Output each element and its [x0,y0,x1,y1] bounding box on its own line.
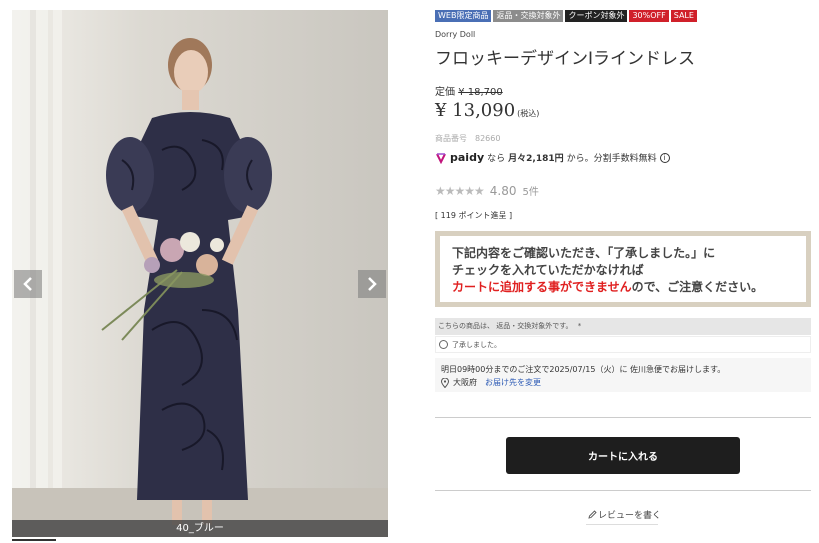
thumbnail-indicator [12,539,56,541]
consent-option[interactable]: 了承しました。 [435,336,811,353]
paidy-monthly-amount: 月々2,181円 [508,154,564,164]
review-link-underline [586,524,658,525]
points-earned: [ 119 ポイント進呈 ] [435,211,513,220]
badge-list: WEB限定商品 返品・交換対象外 クーポン対象外 30%OFF SALE [435,10,697,22]
gallery-next-button[interactable] [358,270,386,298]
notice-line-1: 下記内容をご確認いただき、「了承しました。」に [452,246,716,260]
list-price: 定価 ¥ 18,700 [435,83,503,98]
product-photo [12,10,388,537]
product-image-gallery[interactable]: 40_ブルー [12,10,388,537]
delivery-info: 明日09時00分までのご注文で2025/07/15（火）に 佐川急便でお届けしま… [435,358,811,392]
sale-price: ¥ 13,090 (税込) [435,100,539,121]
notice-warning: カートに追加する事ができません [452,280,632,294]
write-review-label: レビューを書く [598,511,662,521]
paidy-logo-text: paidy [450,151,485,164]
required-mark: * [577,322,582,330]
rating-score: 4.80 [489,183,517,198]
brand-name: Dorry Doll [435,30,476,39]
change-destination-link[interactable]: お届け先を変更 [485,376,541,389]
notice-line-3-rest: ので、ご注意ください。 [631,280,764,294]
consent-header: こちらの商品は、 返品・交換対象外です。 * [435,318,811,335]
delivery-region: 大阪府 [453,378,477,387]
status-badge: WEB限定商品 [435,10,492,22]
divider [435,490,811,491]
add-to-cart-button[interactable]: カートに入れる [506,437,740,474]
review-rating[interactable]: ★★★★★ 4.80 5件 [435,183,539,199]
status-badge: SALE [670,10,697,22]
tax-label: (税込) [517,109,540,118]
status-badge: 30%OFF [629,10,669,22]
location-pin-icon [441,377,449,388]
star-rating-icon: ★★★★★ [435,183,485,198]
product-number: 商品番号 82660 [435,133,500,144]
chevron-right-icon [368,277,377,291]
image-caption: 40_ブルー [12,520,388,537]
list-price-label: 定価 [435,87,455,98]
write-review-link[interactable]: レビューを書く [588,508,661,521]
divider [435,417,811,418]
notice-line-3: カートに追加する事ができませんので、ご注意ください。 [452,279,806,296]
status-badge: 返品・交換対象外 [493,10,564,22]
info-icon[interactable]: i [659,152,670,163]
gallery-prev-button[interactable] [14,270,42,298]
consent-header-text: こちらの商品は、 返品・交換対象外です。 [438,322,573,330]
confirmation-notice: 下記内容をご確認いただき、「了承しました。」に チェックを入れていただかなければ… [435,231,811,307]
list-price-value: ¥ 18,700 [458,87,503,98]
sale-price-value: ¥ 13,090 [435,100,516,121]
notice-line-2: チェックを入れていただかなければ [452,263,644,277]
pencil-icon [588,510,597,519]
sku-label: 商品番号 [435,134,467,143]
review-count: 5件 [522,187,539,198]
delivery-text: 明日09時00分までのご注文で2025/07/15（火）に 佐川急便でお届けしま… [441,365,726,374]
paidy-installment: paidy なら 月々2,181円 から。分割手数料無料 i [435,151,670,164]
paidy-text-before: なら [487,154,506,164]
paidy-text-after: から。分割手数料無料 [566,154,657,164]
chevron-left-icon [23,277,32,291]
sku-value: 82660 [475,134,501,143]
delivery-location: 大阪府 お届け先を変更 [441,376,811,389]
paidy-logo-icon [436,152,446,164]
consent-radio[interactable] [439,340,448,349]
status-badge: クーポン対象外 [565,10,628,22]
consent-option-label: 了承しました。 [452,340,501,349]
product-title: フロッキーデザインIラインドレス [435,49,696,69]
